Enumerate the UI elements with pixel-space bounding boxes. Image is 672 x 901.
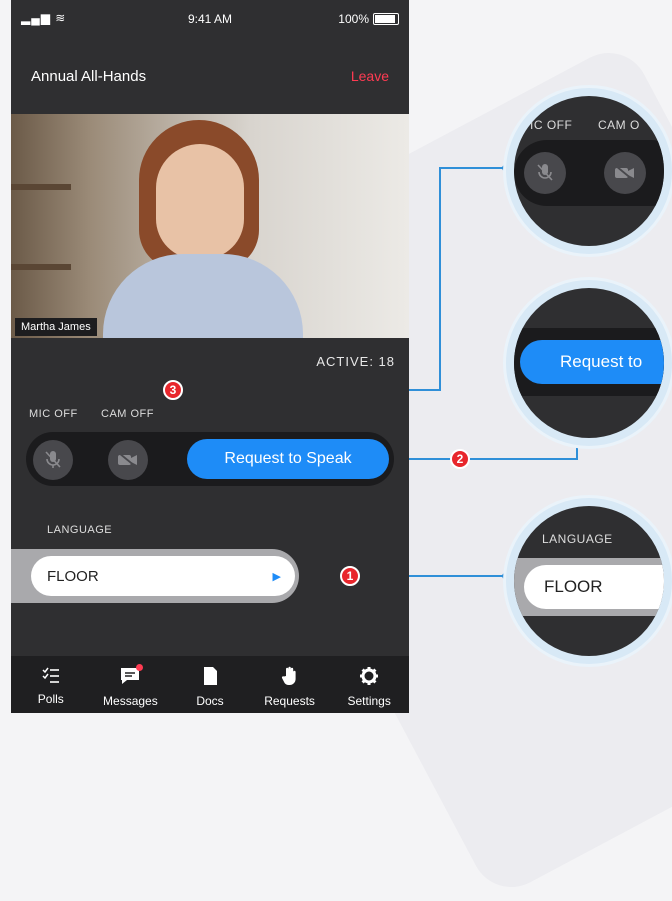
hand-icon <box>281 666 296 685</box>
callout-number-1: 1 <box>340 566 360 586</box>
mic-label: MIC OFF <box>29 408 78 420</box>
speaker-body <box>103 254 303 338</box>
tab-label: Polls <box>37 692 64 706</box>
leave-button[interactable]: Leave <box>351 68 389 84</box>
zoom-mic-button <box>524 152 566 194</box>
mic-off-icon <box>537 164 553 181</box>
zoom-cam-label: CAM O <box>598 118 640 132</box>
meeting-header: Annual All-Hands Leave <box>11 38 409 114</box>
polls-icon <box>42 667 59 683</box>
zoom-language-select: FLOOR <box>524 565 664 609</box>
callout-language-zoom: LANGUAGE FLOOR <box>506 498 672 664</box>
request-to-speak-button[interactable]: Request to Speak <box>187 439 389 479</box>
tab-bar: Polls Messages Docs Requests Settings <box>11 656 409 713</box>
unread-badge <box>136 664 144 671</box>
zoom-mic-label: IC OFF <box>530 118 573 132</box>
zoom-language-panel: FLOOR <box>514 558 664 616</box>
tab-requests[interactable]: Requests <box>255 656 325 713</box>
zoom-language-label: LANGUAGE <box>542 532 613 546</box>
docs-icon <box>203 667 217 685</box>
play-arrow-icon: ▶ <box>272 570 281 583</box>
speaker-face <box>156 144 244 259</box>
cam-off-icon <box>615 165 634 181</box>
tab-settings[interactable]: Settings <box>334 656 404 713</box>
battery-icon <box>373 13 399 25</box>
zoom-speak-button: Request to <box>520 340 664 384</box>
meeting-title: Annual All-Hands <box>31 67 147 85</box>
callout-number-3: 3 <box>163 380 183 400</box>
callout-mic-cam-zoom: IC OFF CAM O <box>506 88 672 254</box>
tab-docs[interactable]: Docs <box>175 656 245 713</box>
language-value: FLOOR <box>47 567 99 585</box>
zoom-control-bar <box>514 140 664 206</box>
tab-label: Settings <box>347 694 391 708</box>
battery-indicator: 100% <box>338 12 399 26</box>
battery-percent: 100% <box>338 12 369 26</box>
tab-label: Docs <box>196 694 224 708</box>
tab-label: Requests <box>264 694 315 708</box>
shelf-decoration <box>11 264 71 270</box>
cam-off-icon <box>118 452 137 468</box>
tab-messages[interactable]: Messages <box>95 656 165 713</box>
cam-toggle-button[interactable] <box>108 440 148 480</box>
callout-speak-zoom: Request to <box>506 280 672 446</box>
callout-number-2: 2 <box>450 449 470 469</box>
gear-icon <box>360 667 379 685</box>
mic-off-icon <box>45 451 61 468</box>
zoom-speak-bar: Request to <box>514 328 664 396</box>
mic-toggle-button[interactable] <box>33 440 73 480</box>
control-bar: Request to Speak <box>26 432 394 486</box>
phone-screen: ▂▄▆ ≋ 9:41 AM 100% Annual All-Hands Leav… <box>11 0 409 713</box>
language-label: LANGUAGE <box>47 524 113 536</box>
tab-polls[interactable]: Polls <box>16 656 86 713</box>
tab-label: Messages <box>103 694 158 708</box>
speaker-nametag: Martha James <box>15 318 97 336</box>
active-count: ACTIVE: 18 <box>316 354 395 369</box>
zoom-cam-button <box>604 152 646 194</box>
status-bar: ▂▄▆ ≋ 9:41 AM 100% <box>11 0 409 38</box>
video-feed <box>11 114 409 338</box>
language-select[interactable]: FLOOR ▶ <box>31 556 295 596</box>
shelf-decoration <box>11 184 71 190</box>
cam-label: CAM OFF <box>101 408 154 420</box>
